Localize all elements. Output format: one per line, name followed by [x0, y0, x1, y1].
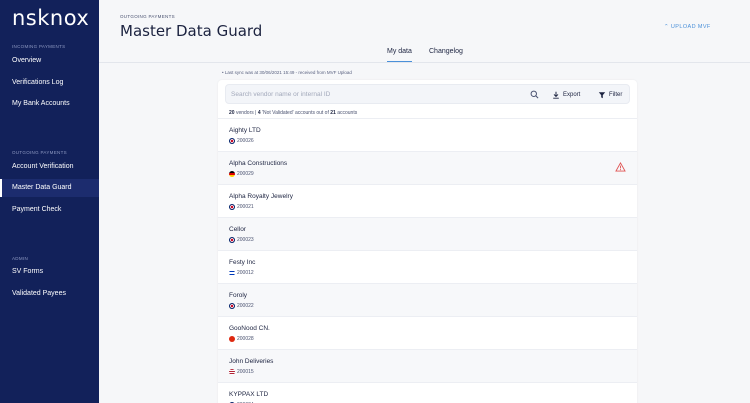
vendor-row[interactable]: John Deliveries 200015 [218, 349, 637, 382]
toolbar: Export Filter [225, 84, 630, 104]
sidebar-item-master-data-guard[interactable]: Master Data Guard [0, 179, 99, 197]
vendor-id: 200015 [237, 369, 254, 375]
vendor-meta: 200015 [229, 369, 254, 375]
flag-uk-icon [229, 303, 235, 309]
sidebar-item-overview[interactable]: Overview [0, 52, 99, 70]
vendor-meta: 200026 [229, 138, 254, 144]
flag-uk-icon [229, 138, 235, 144]
vendor-row[interactable]: Aighty LTD 200026 [218, 118, 637, 151]
vendors-panel: Export Filter 20 vendors | 4 'Not Valida… [218, 80, 637, 403]
vendor-name: Cellor [229, 226, 246, 233]
vendor-id: 200012 [237, 270, 254, 276]
flag-de-icon [229, 171, 235, 177]
vendor-id: 200028 [237, 336, 254, 342]
download-icon [553, 91, 559, 99]
last-sync-note: • Last sync was at 30/06/2021 15:49 - re… [222, 70, 352, 75]
vendor-id: 200022 [237, 303, 254, 309]
vendor-row[interactable]: Alpha Royalty Jewelry 200021 [218, 184, 637, 217]
vendor-name: GooNood CN. [229, 325, 270, 332]
section-label-outgoing: OUTGOING PAYMENTS [12, 150, 67, 155]
vendor-row[interactable]: Festy Inc 200012 [218, 250, 637, 283]
vendor-id: 200029 [237, 171, 254, 177]
sidebar-item-verifications-log[interactable]: Verifications Log [0, 74, 99, 92]
vendor-meta: 200021 [229, 204, 254, 210]
section-label-incoming: INCOMING PAYMENTS [12, 44, 66, 49]
vendor-name: Foroly [229, 292, 248, 299]
section-label-admin: ADMIN [12, 256, 28, 261]
sidebar-item-payment-check[interactable]: Payment Check [0, 201, 99, 219]
vendors-summary: 20 vendors | 4 'Not Validated' accounts … [229, 110, 357, 116]
vendor-id: 200023 [237, 237, 254, 243]
vendors-count-label: vendors | [234, 110, 258, 116]
vendor-name: KYPPAX LTD [229, 391, 269, 398]
page-title: Master Data Guard [120, 22, 263, 40]
vendor-meta: 200022 [229, 303, 254, 309]
flag-us-icon [229, 369, 235, 375]
vendor-row[interactable]: Cellor 200023 [218, 217, 637, 250]
accounts-count-label: accounts [335, 110, 358, 116]
vendor-meta: 200012 [229, 270, 254, 276]
vendor-row[interactable]: Foroly 200022 [218, 283, 637, 316]
filter-icon [598, 91, 606, 98]
vendor-id: 200021 [237, 204, 254, 210]
sidebar-item-my-bank-accounts[interactable]: My Bank Accounts [0, 95, 99, 113]
sidebar-item-account-verification[interactable]: Account Verification [0, 158, 99, 176]
tabs-divider [99, 62, 750, 63]
tab-changelog[interactable]: Changelog [429, 48, 463, 62]
vendor-name: John Deliveries [229, 358, 274, 365]
vendor-name: Festy Inc [229, 259, 256, 266]
flag-il-icon [229, 270, 235, 276]
vendor-id: 200026 [237, 138, 254, 144]
not-validated-label: 'Not Validated' accounts out of [260, 110, 331, 116]
flag-cn-icon [229, 336, 235, 342]
search-icon[interactable] [530, 90, 539, 99]
upload-mvf-button[interactable]: ⌃ UPLOAD MVF [664, 24, 711, 30]
filter-button[interactable]: Filter [598, 88, 622, 101]
nsknox-logo[interactable]: nsknox [12, 6, 89, 30]
vendor-meta: 200029 [229, 171, 254, 177]
export-label: Export [563, 91, 581, 98]
sidebar: nsknox INCOMING PAYMENTS Overview Verifi… [0, 0, 99, 403]
tab-my-data[interactable]: My data [387, 48, 412, 62]
filter-label: Filter [609, 91, 623, 98]
vendor-name: Aighty LTD [229, 127, 261, 134]
vendor-row[interactable]: KYPPAX LTD200024 [218, 382, 637, 403]
flag-uk-icon [229, 237, 235, 243]
warning-icon[interactable] [615, 162, 626, 172]
vendor-row[interactable]: Alpha Constructions 200029 [218, 151, 637, 184]
export-button[interactable]: Export [552, 88, 580, 101]
sidebar-item-sv-forms[interactable]: SV Forms [0, 263, 99, 281]
breadcrumb: OUTGOING PAYMENTS [120, 14, 175, 19]
search-input[interactable] [231, 87, 521, 102]
vendor-row[interactable]: GooNood CN. 200028 [218, 316, 637, 349]
vendor-meta: 200023 [229, 237, 254, 243]
vendors-list: Aighty LTD 200026 Alpha Constructions 20002… [218, 118, 637, 403]
sidebar-item-validated-payees[interactable]: Validated Payees [0, 285, 99, 303]
vendor-meta: 200028 [229, 336, 254, 342]
flag-uk-icon [229, 204, 235, 210]
vendor-name: Alpha Royalty Jewelry [229, 193, 293, 200]
vendor-name: Alpha Constructions [229, 160, 288, 167]
